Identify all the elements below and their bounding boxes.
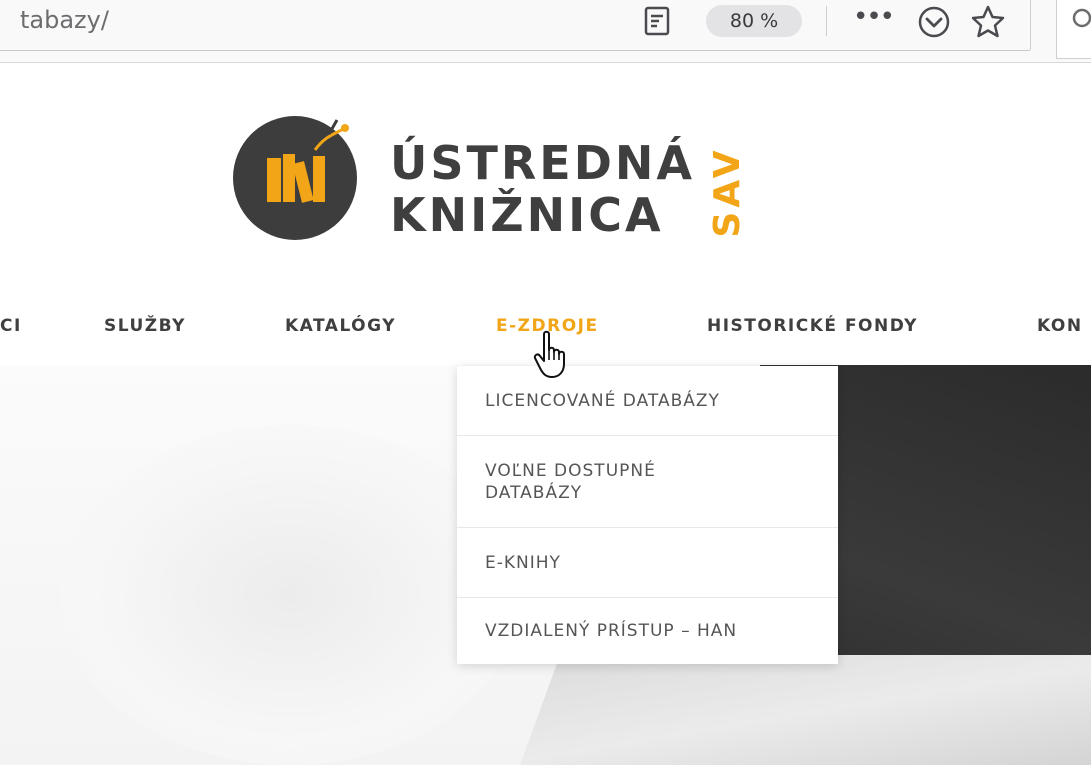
dropdown-item-volne-dostupne-databazy[interactable]: VOĽNE DOSTUPNÉ DATABÁZY (457, 436, 838, 528)
logo-sav-text: SAV (707, 146, 748, 237)
hero-background-blur (60, 425, 520, 765)
dropdown-item-licencovane-databazy[interactable]: LICENCOVANÉ DATABÁZY (457, 366, 838, 436)
urlbar-border (0, 50, 1030, 51)
zoom-level-button[interactable]: 80 % (706, 5, 802, 37)
web-page: ÚSTREDNÁ KNIŽNICA SAV CI SLUŽBY KATALÓGY… (0, 63, 1091, 765)
dropdown-item-vzdialeny-pristup[interactable]: VZDIALENÝ PRÍSTUP – HAN (457, 598, 838, 664)
nav-item-katalogy[interactable]: KATALÓGY (285, 316, 396, 336)
nav-item-sluzby[interactable]: SLUŽBY (104, 316, 186, 336)
hand-pointer-cursor-icon (533, 330, 565, 378)
pocket-icon[interactable] (917, 5, 951, 39)
library-logo-icon[interactable] (233, 116, 357, 240)
dropdown-item-label-line1: VOĽNE DOSTUPNÉ (485, 461, 656, 481)
page-actions-menu-icon[interactable]: ••• (853, 2, 895, 38)
dropdown-item-label: VZDIALENÝ PRÍSTUP – HAN (485, 621, 738, 641)
logo-title-line2[interactable]: KNIŽNICA (390, 188, 664, 242)
nav-item-partial-left[interactable]: CI (0, 316, 22, 336)
logo-sav-mark: SAV (707, 146, 748, 237)
bookmark-star-icon[interactable] (970, 4, 1006, 40)
dropdown-item-label-line2: DATABÁZY (485, 483, 583, 503)
toolbar-separator-right (1030, 0, 1031, 50)
hero-laptop-base (520, 655, 1091, 765)
dropdown-item-label: E-KNIHY (485, 553, 561, 573)
browser-toolbar: tabazy/ 80 % ••• (0, 0, 1091, 63)
dropdown-item-e-knihy[interactable]: E-KNIHY (457, 528, 838, 598)
search-icon (1072, 8, 1091, 28)
dropdown-item-label: LICENCOVANÉ DATABÁZY (485, 391, 720, 411)
nav-item-historicke-fondy[interactable]: HISTORICKÉ FONDY (707, 316, 918, 336)
e-zdroje-dropdown-menu: LICENCOVANÉ DATABÁZY VOĽNE DOSTUPNÉ DATA… (457, 366, 838, 664)
reader-view-icon[interactable] (644, 6, 670, 36)
url-text[interactable]: tabazy/ (20, 6, 109, 34)
toolbar-separator (826, 6, 827, 36)
logo-title-line1[interactable]: ÚSTREDNÁ (390, 136, 695, 190)
nav-item-kontakt-partial[interactable]: KON (1037, 316, 1083, 336)
